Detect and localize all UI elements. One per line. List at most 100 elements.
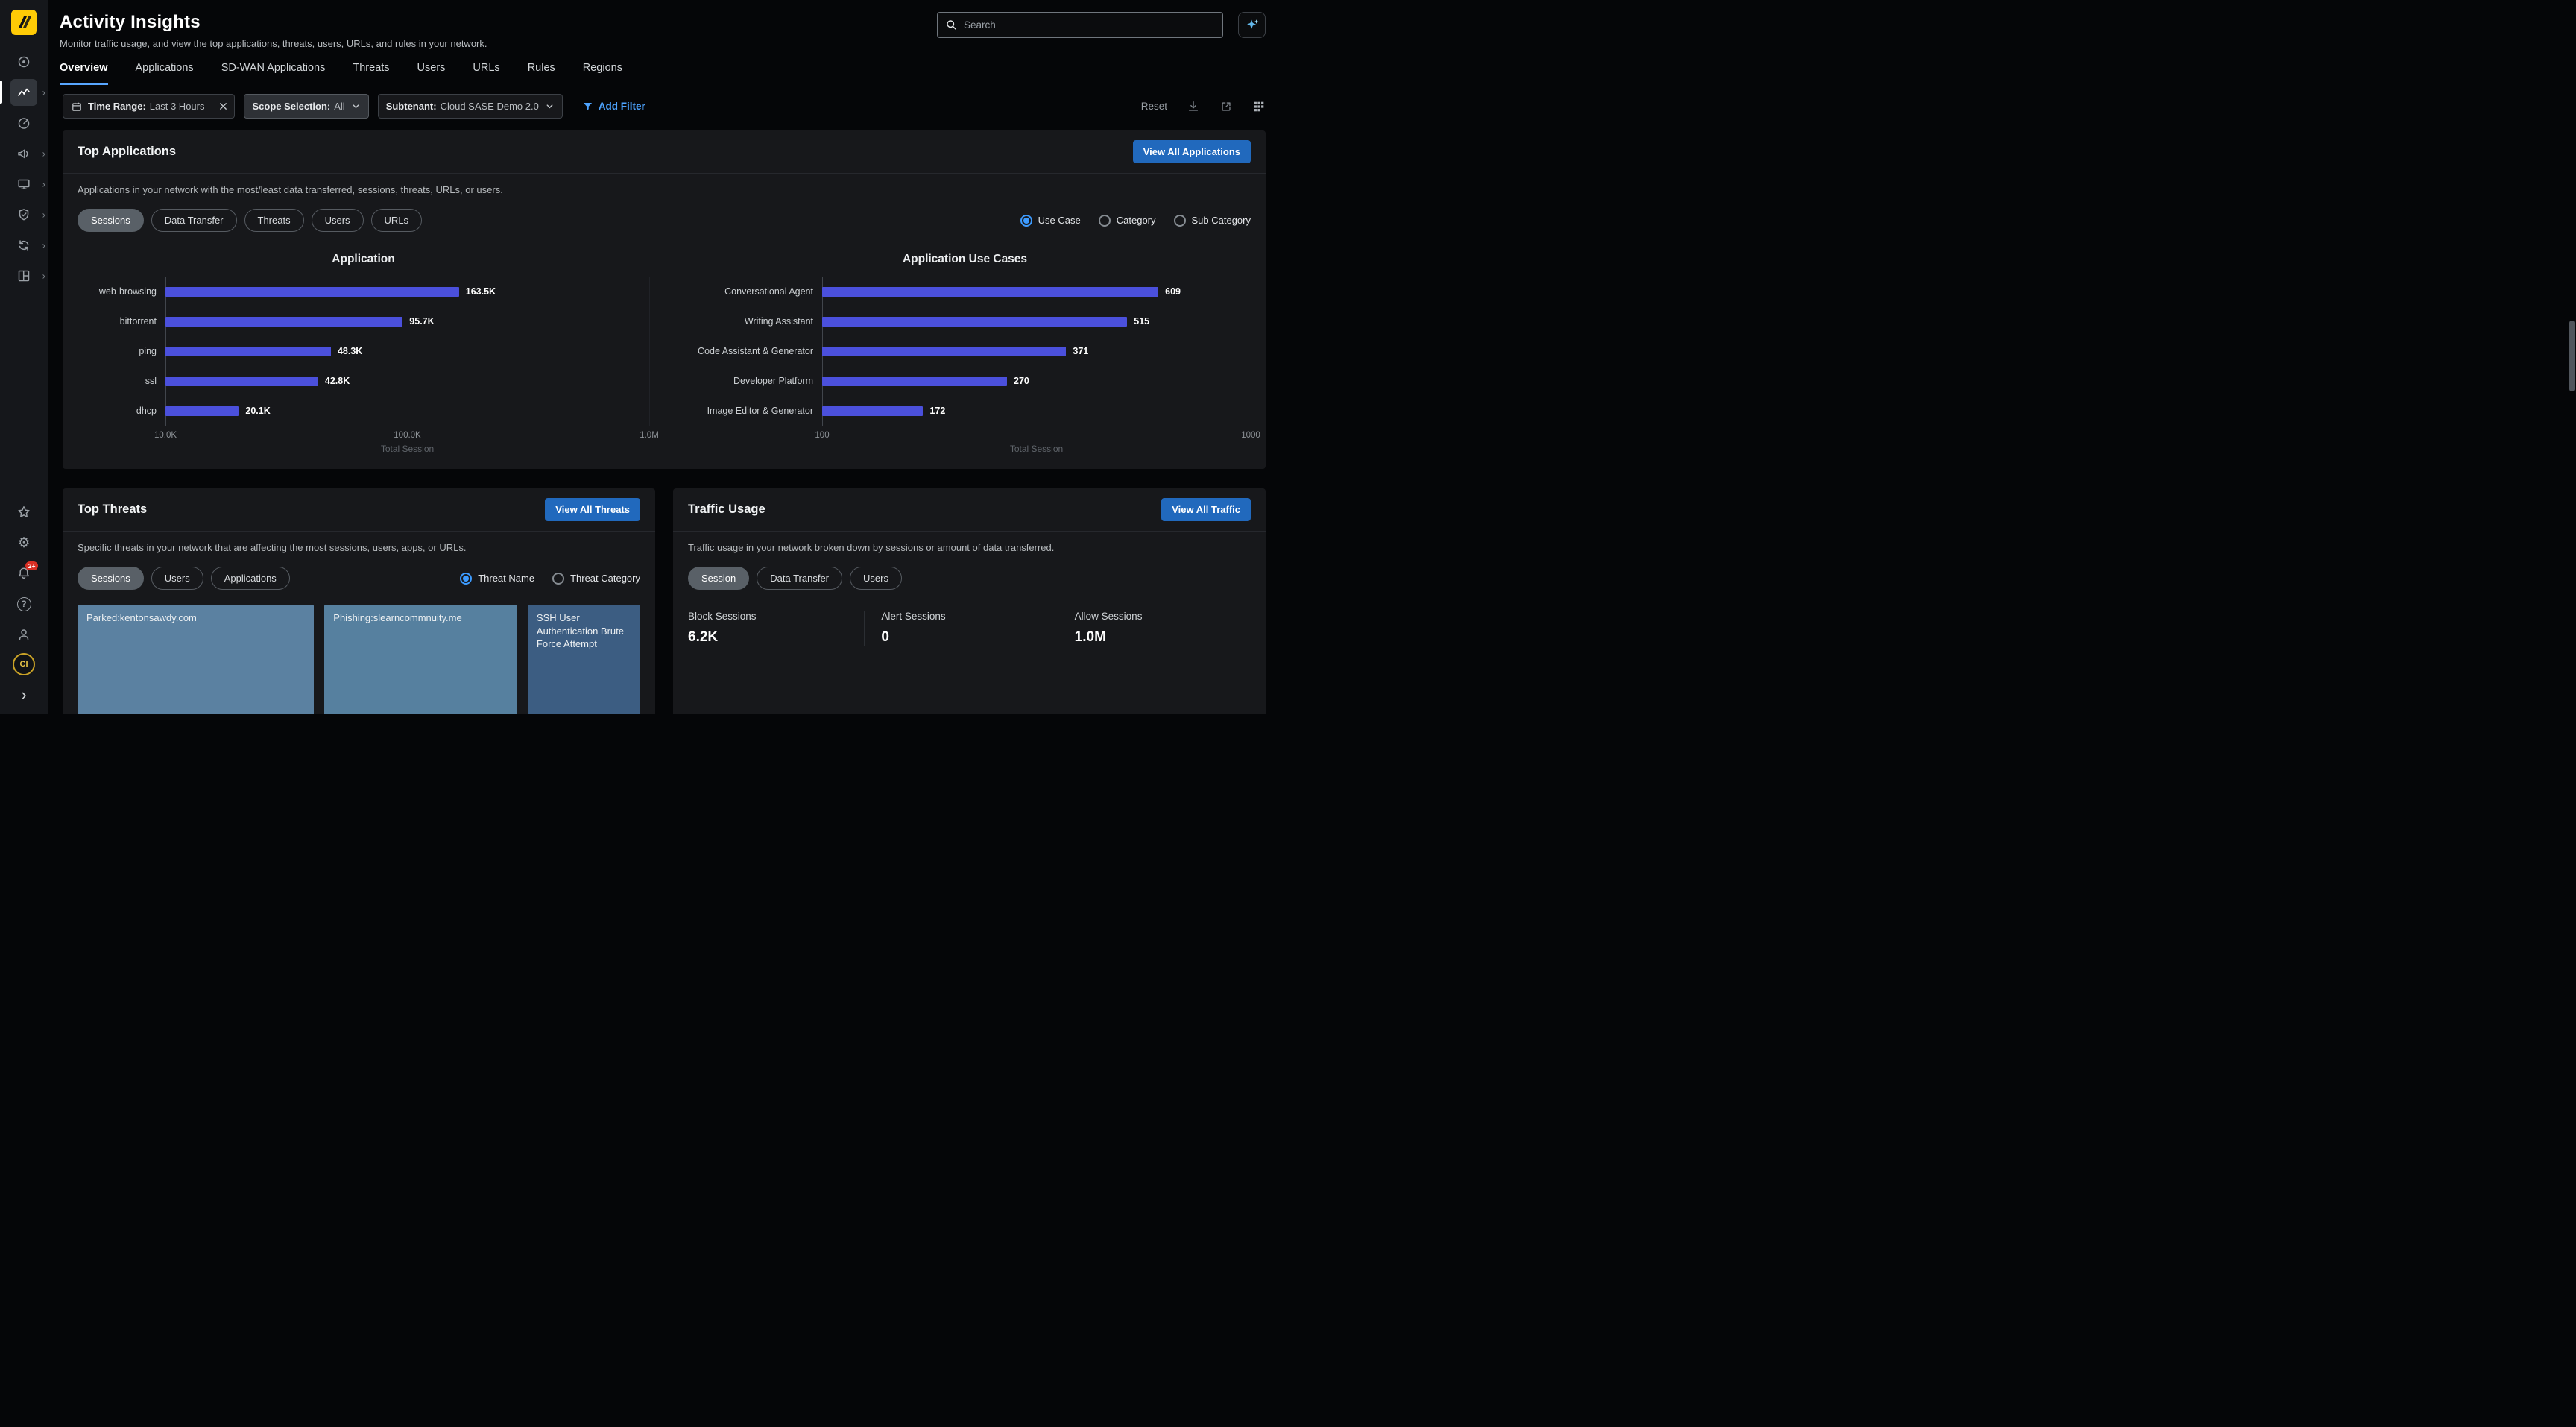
bar[interactable] xyxy=(822,406,923,416)
bar-category-label: bittorrent xyxy=(78,306,165,336)
bar-row: 371 xyxy=(822,336,1251,366)
tab-sdwan-applications[interactable]: SD-WAN Applications xyxy=(221,62,326,85)
pill-applications[interactable]: Applications xyxy=(211,567,290,590)
page-header: Activity Insights Monitor traffic usage,… xyxy=(48,0,1288,49)
vertical-scrollbar[interactable] xyxy=(2569,321,2575,391)
radio-use-case[interactable]: Use Case xyxy=(1020,215,1081,227)
radio-threat-category[interactable]: Threat Category xyxy=(552,573,640,585)
remove-filter-button[interactable] xyxy=(212,95,234,118)
activity-insights-icon xyxy=(10,79,37,106)
filter-value: Last 3 Hours xyxy=(150,101,205,112)
stat-value: 0 xyxy=(881,629,1057,646)
sidebar-item-sync[interactable]: › xyxy=(0,230,48,260)
bar[interactable] xyxy=(822,317,1127,327)
x-axis-title: Total Session xyxy=(165,444,649,454)
pill-data-transfer[interactable]: Data Transfer xyxy=(151,209,237,232)
view-all-traffic-button[interactable]: View All Traffic xyxy=(1161,498,1251,521)
add-filter-button[interactable]: Add Filter xyxy=(582,101,645,112)
download-icon[interactable] xyxy=(1187,100,1200,113)
view-all-applications-button[interactable]: View All Applications xyxy=(1133,140,1251,163)
bar-row: 95.7K xyxy=(165,306,649,336)
copilot-button[interactable] xyxy=(1238,12,1266,38)
pill-threats[interactable]: Threats xyxy=(244,209,304,232)
view-all-threats-button[interactable]: View All Threats xyxy=(545,498,640,521)
gear-icon[interactable]: ⚙ xyxy=(10,531,37,555)
pill-data-transfer[interactable]: Data Transfer xyxy=(757,567,842,590)
filter-label: Scope Selection: xyxy=(252,101,330,112)
sidebar-item-workflows[interactable]: › xyxy=(0,168,48,199)
treemap-block-label: SSH User Authentication Brute Force Atte… xyxy=(537,612,624,649)
treemap-block[interactable]: Parked:kentonsawdy.com xyxy=(78,605,314,714)
chevron-down-icon xyxy=(546,102,554,110)
bar-value-label: 515 xyxy=(1134,316,1149,327)
chart-category-labels: web-browsingbittorrentpingssldhcp xyxy=(78,277,165,426)
megaphone-icon xyxy=(10,140,37,167)
sidebar-bottom: ⚙ 2+ ? CI › xyxy=(10,500,37,706)
star-icon[interactable] xyxy=(10,500,37,524)
threats-treemap: Parked:kentonsawdy.comPhishing:slearncom… xyxy=(78,605,640,714)
bar[interactable] xyxy=(165,377,318,386)
sidebar-item-boards[interactable]: › xyxy=(0,260,48,291)
tab-applications[interactable]: Applications xyxy=(136,62,194,85)
bottom-cards-row: Top Threats View All Threats Specific th… xyxy=(63,488,1266,714)
treemap-block[interactable]: SSH User Authentication Brute Force Atte… xyxy=(528,605,640,714)
radio-sub-category[interactable]: Sub Category xyxy=(1174,215,1251,227)
sidebar-item-dashboard[interactable] xyxy=(0,46,48,77)
tab-overview[interactable]: Overview xyxy=(60,62,108,85)
help-icon[interactable]: ? xyxy=(10,592,37,616)
kanban-icon xyxy=(10,262,37,289)
sidebar-item-announcements[interactable]: › xyxy=(0,138,48,168)
bar-category-label: Developer Platform xyxy=(679,366,822,396)
notification-badge: 2+ xyxy=(25,561,38,570)
bar[interactable] xyxy=(822,377,1007,386)
bar-category-label: dhcp xyxy=(78,396,165,426)
export-icon[interactable] xyxy=(1219,100,1233,113)
pill-urls[interactable]: URLs xyxy=(371,209,423,232)
palo-alto-logo[interactable] xyxy=(10,9,37,36)
radio-category[interactable]: Category xyxy=(1099,215,1156,227)
stat-label: Block Sessions xyxy=(688,611,864,622)
gridline xyxy=(649,277,650,426)
bar-category-label: Image Editor & Generator xyxy=(679,396,822,426)
subtenant-dropdown[interactable]: Subtenant: Cloud SASE Demo 2.0 xyxy=(378,94,563,119)
bar-row: 163.5K xyxy=(165,277,649,306)
bar-value-label: 48.3K xyxy=(338,346,362,356)
pill-users[interactable]: Users xyxy=(312,209,364,232)
pill-sessions[interactable]: Sessions xyxy=(78,567,144,590)
tab-users[interactable]: Users xyxy=(417,62,446,85)
radio-threat-name[interactable]: Threat Name xyxy=(460,573,534,585)
pill-users[interactable]: Users xyxy=(850,567,902,590)
bar[interactable] xyxy=(822,287,1158,297)
time-range-filter-chip[interactable]: Time Range: Last 3 Hours xyxy=(63,94,235,119)
search-icon xyxy=(945,19,958,31)
scope-selection-dropdown[interactable]: Scope Selection: All xyxy=(244,94,368,119)
page-title: Activity Insights xyxy=(60,12,487,33)
bar[interactable] xyxy=(165,287,459,297)
pill-sessions[interactable]: Sessions xyxy=(78,209,144,232)
sidebar-item-security[interactable]: › xyxy=(0,199,48,230)
search-box[interactable] xyxy=(937,12,1223,38)
pill-users[interactable]: Users xyxy=(151,567,203,590)
sidebar-item-monitor[interactable] xyxy=(0,107,48,138)
tab-regions[interactable]: Regions xyxy=(583,62,622,85)
avatar[interactable]: CI xyxy=(13,653,35,675)
tab-urls[interactable]: URLs xyxy=(473,62,499,85)
bell-icon[interactable]: 2+ xyxy=(10,561,37,585)
bar[interactable] xyxy=(822,347,1066,356)
sidebar-item-activity-insights[interactable]: › xyxy=(0,77,48,107)
page-header-text: Activity Insights Monitor traffic usage,… xyxy=(60,12,487,49)
search-input[interactable] xyxy=(964,19,1215,31)
pill-session[interactable]: Session xyxy=(688,567,749,590)
schedule-grid-icon[interactable] xyxy=(1252,100,1266,113)
bar[interactable] xyxy=(165,406,239,416)
sidebar-expand-chevron[interactable]: › xyxy=(10,682,37,706)
tab-rules[interactable]: Rules xyxy=(528,62,555,85)
reset-button[interactable]: Reset xyxy=(1141,101,1167,112)
user-icon[interactable] xyxy=(10,623,37,646)
treemap-block[interactable]: Phishing:slearncommnuity.me xyxy=(324,605,517,714)
card-body: Traffic usage in your network broken dow… xyxy=(673,532,1266,661)
main-content: Activity Insights Monitor traffic usage,… xyxy=(48,0,1288,714)
tab-threats[interactable]: Threats xyxy=(353,62,389,85)
bar[interactable] xyxy=(165,317,402,327)
bar[interactable] xyxy=(165,347,331,356)
